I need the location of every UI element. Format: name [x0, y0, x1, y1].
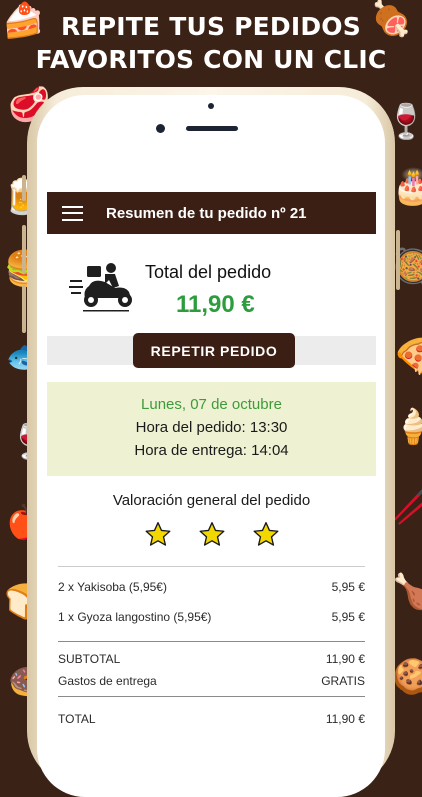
- promo-headline: REPITE TUS PEDIDOS FAVORITOS CON UN CLIC: [0, 10, 422, 76]
- list-item: 2 x Yakisoba (5,95€) 5,95 €: [58, 580, 365, 594]
- divider: [58, 566, 365, 567]
- phone-mute-switch: [22, 175, 26, 201]
- menu-icon[interactable]: [62, 205, 83, 221]
- star-icon[interactable]: [252, 521, 280, 548]
- headline-line-2: FAVORITOS CON UN CLIC: [35, 45, 387, 74]
- app-screen: Resumen de tu pedido nº 21 Total del ped…: [47, 192, 376, 750]
- delivery-cost-value: GRATIS: [321, 674, 365, 688]
- page-title: Resumen de tu pedido nº 21: [106, 204, 307, 222]
- item-name: 2 x Yakisoba (5,95€): [58, 580, 167, 594]
- delivery-time: Hora de entrega: 14:04: [134, 442, 289, 459]
- grand-total-value: 11,90 €: [325, 712, 365, 726]
- total-amount: 11,90 €: [176, 291, 255, 318]
- subtotal-label: SUBTOTAL: [58, 652, 121, 666]
- phone-volume-up: [22, 225, 26, 273]
- grand-total-row: TOTAL 11,90 €: [58, 712, 365, 726]
- order-total-section: [47, 234, 376, 337]
- divider: [58, 696, 365, 697]
- phone-volume-down: [22, 285, 26, 333]
- star-icon[interactable]: [144, 521, 172, 548]
- grand-total-label: TOTAL: [58, 712, 96, 726]
- star-icon[interactable]: [198, 521, 226, 548]
- rating-stars[interactable]: [47, 521, 376, 548]
- order-schedule: Lunes, 07 de octubre Hora del pedido: 13…: [47, 382, 376, 476]
- phone-front-camera: [156, 124, 165, 133]
- list-item: 1 x Gyoza langostino (5,95€) 5,95 €: [58, 610, 365, 624]
- phone-power-button: [396, 230, 400, 290]
- item-price: 5,95 €: [331, 580, 365, 594]
- order-date: Lunes, 07 de octubre: [141, 396, 282, 413]
- delivery-cost-row: Gastos de entrega GRATIS: [58, 674, 365, 688]
- item-price: 5,95 €: [331, 610, 365, 624]
- subtotal-row: SUBTOTAL 11,90 €: [58, 652, 365, 666]
- rating-title: Valoración general del pedido: [112, 492, 311, 509]
- headline-line-1: REPITE TUS PEDIDOS: [61, 12, 361, 41]
- phone-proximity-sensor: [208, 103, 214, 109]
- repeat-order-button[interactable]: REPETIR PEDIDO: [133, 333, 295, 368]
- delivery-scooter-icon: [69, 263, 132, 312]
- delivery-cost-label: Gastos de entrega: [58, 674, 157, 688]
- subtotal-value: 11,90 €: [325, 652, 365, 666]
- order-rating: Valoración general del pedido: [47, 492, 376, 548]
- divider: [58, 641, 365, 642]
- order-time: Hora del pedido: 13:30: [135, 419, 288, 436]
- item-name: 1 x Gyoza langostino (5,95€): [58, 610, 212, 624]
- phone-speaker: [186, 126, 238, 131]
- total-label: Total del pedido: [145, 262, 272, 282]
- app-header: Resumen de tu pedido nº 21: [47, 192, 376, 234]
